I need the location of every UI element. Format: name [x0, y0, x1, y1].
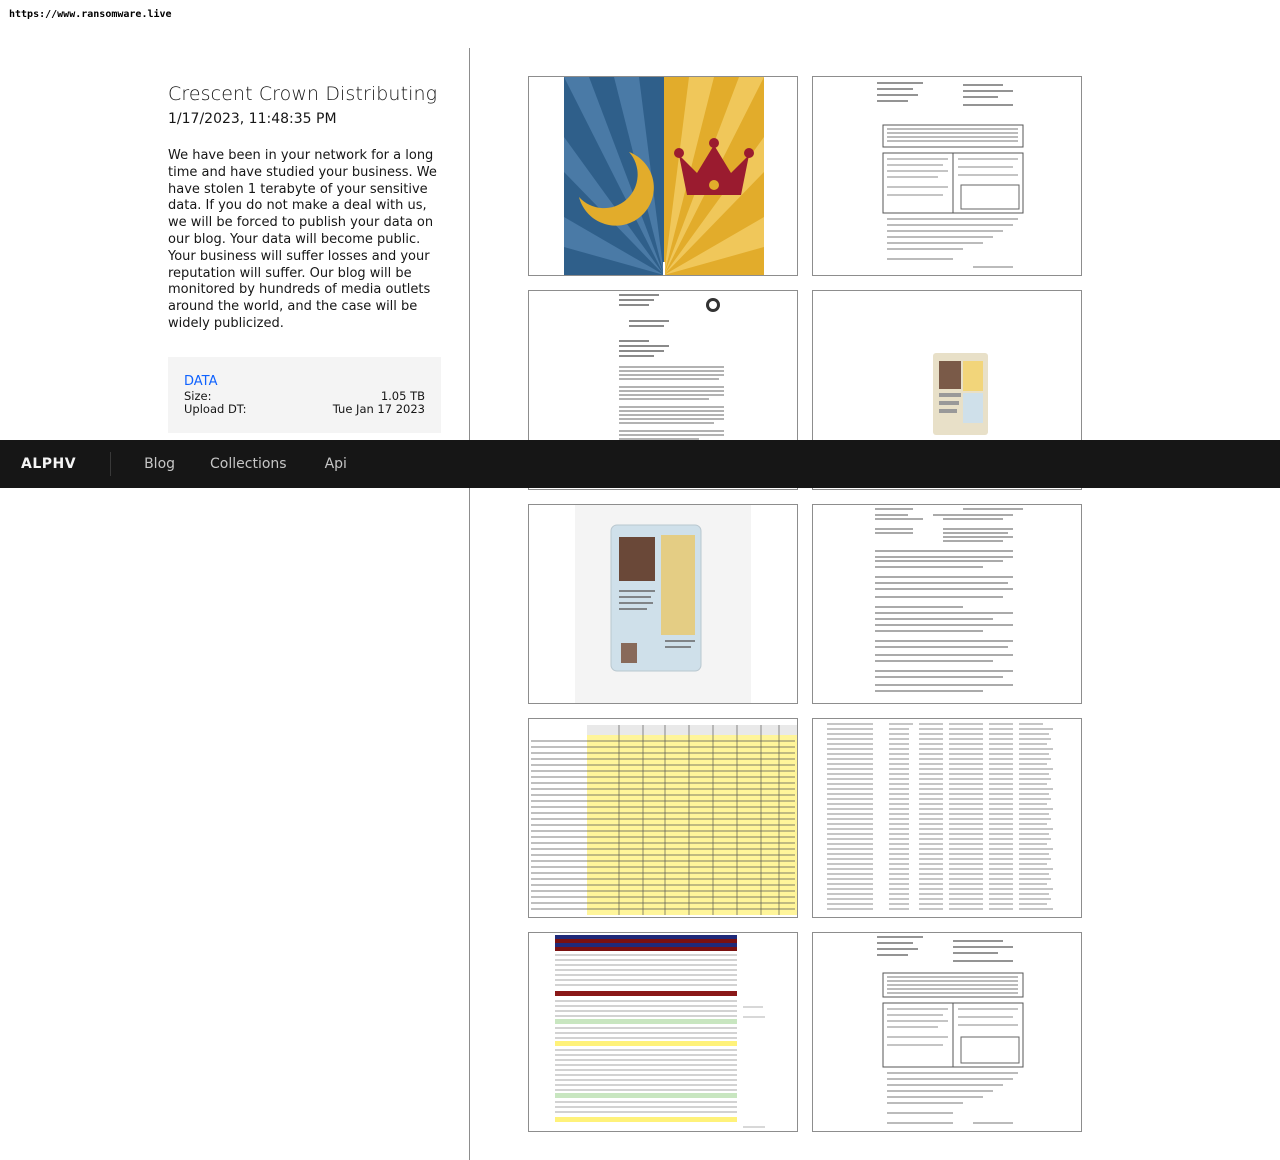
upload-label: Upload DT:	[184, 402, 247, 417]
data-card: DATA Size: 1.05 TB Upload DT: Tue Jan 17…	[168, 356, 441, 433]
thumbnail-company-logo[interactable]	[528, 76, 798, 276]
thumbnail-financial-spreadsheet[interactable]	[528, 718, 798, 918]
nav-link-api[interactable]: Api	[325, 456, 347, 472]
thumbnail-withholding-form[interactable]	[812, 76, 1082, 276]
nav-link-blog[interactable]: Blog	[144, 456, 175, 472]
thumbnail-staff-phone-list[interactable]	[528, 932, 798, 1132]
size-row: Size: 1.05 TB	[184, 388, 425, 404]
upload-value: Tue Jan 17 2023	[332, 402, 425, 417]
post-date: 1/17/2023, 11:48:35 PM	[168, 111, 337, 127]
company-title: Crescent Crown Distributing	[168, 83, 438, 105]
brand-logo[interactable]: ALPHV	[0, 452, 112, 476]
post-description: We have been in your network for a long …	[168, 148, 437, 331]
nav-link-collections[interactable]: Collections	[210, 456, 287, 472]
size-value: 1.05 TB	[380, 388, 425, 403]
data-link[interactable]: DATA	[184, 373, 425, 390]
size-label: Size:	[184, 388, 212, 403]
page-url: https://www.ransomware.live	[9, 9, 172, 20]
column-divider	[469, 48, 470, 1160]
thumbnail-employee-roster[interactable]	[812, 718, 1082, 918]
top-navbar: ALPHV Blog Collections Api	[0, 440, 1280, 488]
thumbnail-withholding-form-2[interactable]	[812, 932, 1082, 1132]
post-info-panel: Crescent Crown Distributing 1/17/2023, 1…	[168, 82, 441, 433]
upload-row: Upload DT: Tue Jan 17 2023	[184, 403, 425, 417]
thumbnail-driver-license[interactable]	[528, 504, 798, 704]
thumbnail-driver-record[interactable]	[812, 504, 1082, 704]
